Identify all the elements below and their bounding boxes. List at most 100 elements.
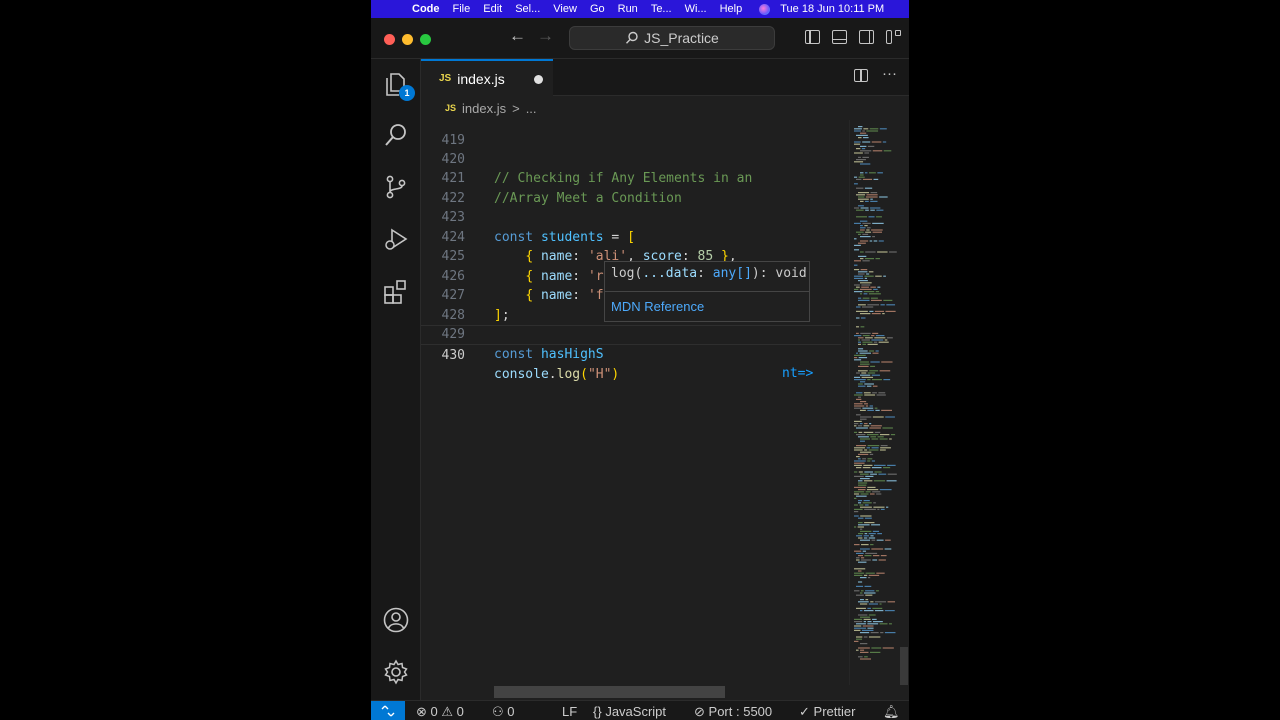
minimap-line: [860, 603, 868, 605]
minimap-line: [858, 304, 866, 306]
minimap-line: [871, 141, 882, 143]
horizontal-scrollbar-thumb[interactable]: [494, 686, 725, 698]
menu-code[interactable]: Code: [412, 3, 440, 15]
tab-index-js[interactable]: JS index.js: [421, 59, 553, 96]
menu-window[interactable]: Wi...: [685, 3, 707, 15]
menu-selection[interactable]: Sel...: [515, 3, 540, 15]
title-bar: ← → JS_Practice: [371, 18, 909, 59]
signature-colon: :: [697, 266, 713, 281]
live-server-port[interactable]: ⊘ Port : 5500: [694, 704, 772, 720]
go-back-icon[interactable]: ←: [509, 26, 526, 46]
minimap-line: [856, 306, 861, 308]
minimap-line: [859, 352, 871, 354]
minimap-line: [854, 493, 860, 495]
minimap-line: [860, 258, 864, 260]
breadcrumb-symbol[interactable]: ...: [526, 101, 537, 116]
minimap-line: [871, 374, 880, 376]
menu-bar-clock[interactable]: Tue 18 Jun 10:11 PM: [780, 3, 884, 15]
notifications-bell-icon[interactable]: 🔔︎: [883, 704, 900, 720]
minimap-line: [870, 473, 877, 475]
menu-go[interactable]: Go: [590, 3, 605, 15]
minimap-line: [856, 326, 860, 328]
minimap-line: [871, 548, 884, 550]
split-editor-icon[interactable]: [854, 69, 868, 82]
menu-file[interactable]: File: [453, 3, 471, 15]
menu-edit[interactable]: Edit: [483, 3, 502, 15]
problems-indicator[interactable]: ⊗ 0 ⚠ 0: [416, 704, 464, 720]
minimap-line: [880, 632, 884, 634]
minimap-line: [856, 286, 860, 288]
minimap-line: [870, 436, 877, 438]
accounts-icon[interactable]: [383, 607, 409, 633]
minimap-line: [858, 156, 861, 158]
prettier-status[interactable]: ✓ Prettier: [799, 704, 855, 720]
menu-run[interactable]: Run: [618, 3, 638, 15]
menu-view[interactable]: View: [553, 3, 577, 15]
minimap-line: [876, 539, 884, 541]
end-of-line[interactable]: LF: [562, 704, 577, 719]
more-actions-icon[interactable]: ···: [882, 65, 897, 82]
minimap-line: [858, 647, 870, 649]
minimap-line: [860, 229, 865, 231]
ports-count: 0: [507, 704, 515, 719]
code-token: (: [580, 367, 588, 382]
ports-indicator[interactable]: ⚇ 0: [492, 704, 515, 720]
minimap-line: [874, 601, 887, 603]
search-icon[interactable]: [383, 122, 409, 148]
minimap-line: [854, 354, 866, 356]
breadcrumb-file[interactable]: index.js: [462, 101, 506, 116]
minimap-line: [883, 150, 892, 152]
explorer-icon[interactable]: 1: [383, 71, 415, 101]
activity-bar: 1: [371, 59, 421, 700]
minimap-line: [880, 447, 891, 449]
zoom-window-button[interactable]: [420, 34, 431, 45]
minimap-line: [875, 590, 879, 592]
vertical-scrollbar-thumb[interactable]: [900, 647, 908, 685]
menu-help[interactable]: Help: [720, 3, 743, 15]
minimap-line: [869, 128, 879, 130]
minimap-line: [854, 420, 862, 422]
extensions-icon[interactable]: [383, 279, 409, 305]
minimap-line: [869, 370, 879, 372]
source-control-icon[interactable]: [383, 174, 409, 200]
minimap-line: [863, 480, 873, 482]
minimap-line: [863, 128, 869, 130]
minimap-line: [858, 385, 866, 387]
minimap-line: [867, 372, 876, 374]
menu-terminal[interactable]: Te...: [651, 3, 672, 15]
minimap-line: [858, 198, 869, 200]
customize-layout-icon[interactable]: [886, 30, 901, 44]
toggle-panel-icon[interactable]: [832, 30, 847, 44]
minimap-line: [854, 431, 858, 433]
minimap-line: [854, 447, 866, 449]
minimap-line: [854, 291, 863, 293]
toggle-secondary-sidebar-icon[interactable]: [859, 30, 874, 44]
minimap-line: [860, 438, 871, 440]
minimap-line: [874, 337, 886, 339]
minimap-line: [872, 559, 878, 561]
minimap-line: [860, 473, 869, 475]
minimap-line: [860, 632, 870, 634]
minimap-line: [860, 478, 870, 480]
minimap[interactable]: [849, 120, 900, 685]
language-mode[interactable]: {} JavaScript: [593, 704, 666, 719]
command-center-search[interactable]: JS_Practice: [569, 26, 775, 50]
minimap-line: [858, 350, 868, 352]
minimize-window-button[interactable]: [402, 34, 413, 45]
unsaved-dot-icon[interactable]: [534, 75, 543, 84]
mdn-reference-link[interactable]: MDN Reference: [611, 299, 704, 314]
minimap-line: [887, 601, 896, 603]
code-editor[interactable]: 419 420 // Checking if Any Elements in a…: [421, 120, 849, 685]
minimap-line: [856, 392, 863, 394]
close-window-button[interactable]: [384, 34, 395, 45]
remote-indicator[interactable]: [371, 701, 405, 720]
manage-gear-icon[interactable]: [383, 659, 409, 685]
minimap-line: [861, 284, 871, 286]
toggle-primary-sidebar-icon[interactable]: [805, 30, 820, 44]
run-and-debug-icon[interactable]: [383, 226, 409, 252]
minimap-line: [867, 445, 880, 447]
minimap-line: [860, 416, 872, 418]
siri-icon[interactable]: [759, 3, 771, 15]
minimap-line: [880, 304, 885, 306]
go-forward-icon[interactable]: →: [537, 26, 554, 46]
